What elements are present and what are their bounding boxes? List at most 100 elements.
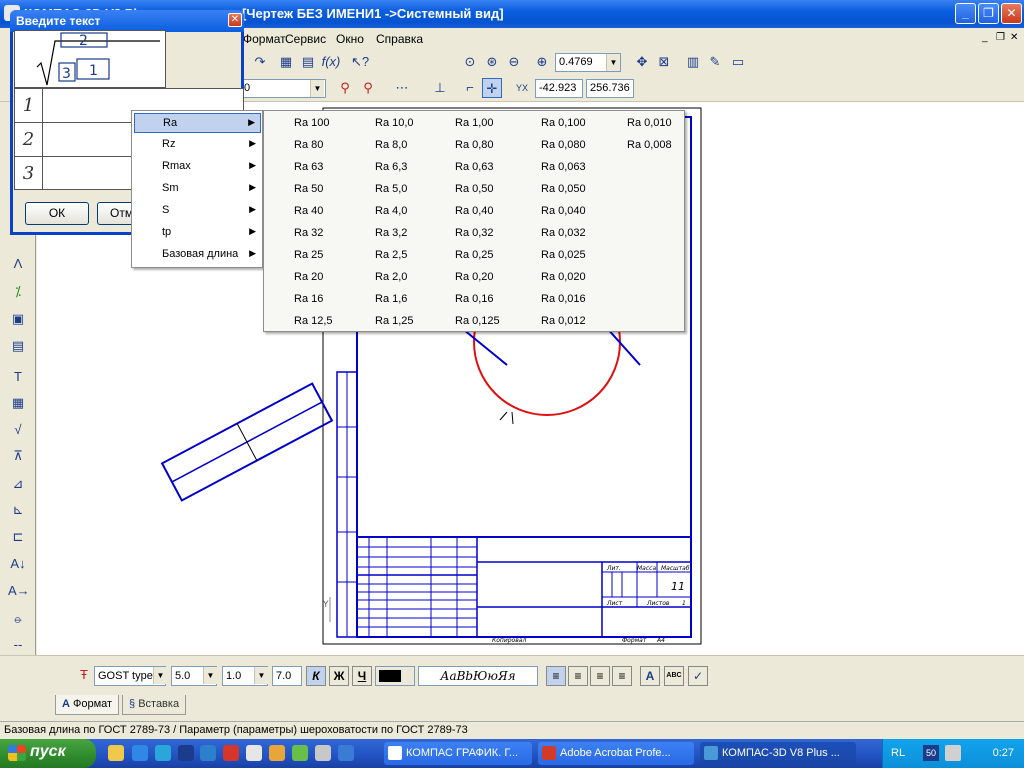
ra-value-item[interactable]: Ra 0,32 bbox=[455, 227, 494, 239]
ra-value-item[interactable]: Ra 100 bbox=[294, 117, 329, 129]
ra-value-item[interactable]: Ra 0,100 bbox=[541, 117, 586, 129]
color-select[interactable] bbox=[375, 666, 415, 686]
align-right-button[interactable]: ≡ bbox=[590, 666, 610, 686]
datum-icon[interactable]: ⊼ bbox=[8, 446, 28, 466]
ra-value-item[interactable]: Ra 3,2 bbox=[375, 227, 407, 239]
position-icon[interactable]: ⊾ bbox=[8, 500, 28, 520]
ra-value-item[interactable]: Ra 0,020 bbox=[541, 271, 586, 283]
roughness-icon[interactable]: √ bbox=[8, 420, 28, 440]
menu-item-tp[interactable]: tp ▶ bbox=[134, 223, 261, 243]
snap-icon[interactable]: ⚲ bbox=[358, 78, 378, 98]
ra-value-item[interactable]: Ra 16 bbox=[294, 293, 323, 305]
bold-button[interactable]: Ж bbox=[329, 666, 349, 686]
redo-icon[interactable]: ↷ bbox=[250, 52, 270, 72]
help-pointer-icon[interactable]: ↖? bbox=[350, 52, 370, 72]
leader-icon[interactable]: ⊿ bbox=[8, 474, 28, 494]
tab-insert[interactable]: § Вставка bbox=[122, 695, 187, 715]
arrow-icon[interactable]: A↓ bbox=[8, 554, 28, 574]
ra-value-item[interactable]: Ra 25 bbox=[294, 249, 323, 261]
menu-item-s[interactable]: S ▶ bbox=[134, 201, 261, 221]
display-icon[interactable]: ▭ bbox=[728, 52, 748, 72]
menu-item-base-length[interactable]: Базовая длина ▶ bbox=[134, 245, 261, 265]
ra-value-item[interactable]: Ra 0,63 bbox=[455, 161, 494, 173]
font-icon[interactable]: A bbox=[640, 666, 660, 686]
app5-quicklaunch-icon[interactable] bbox=[292, 745, 308, 761]
ortho-icon[interactable]: ⊥ bbox=[430, 78, 450, 98]
ra-value-item[interactable]: Ra 20 bbox=[294, 271, 323, 283]
wand-icon[interactable]: ✎ bbox=[705, 52, 725, 72]
menu-service[interactable]: Сервис bbox=[285, 32, 326, 46]
ra-value-item[interactable]: Ra 6,3 bbox=[375, 161, 407, 173]
dimensions-icon[interactable]: ⁒ bbox=[8, 282, 28, 302]
tray-app-icon[interactable] bbox=[945, 745, 961, 761]
ra-value-item[interactable]: Ra 8,0 bbox=[375, 139, 407, 151]
ra-value-item[interactable]: Ra 0,008 bbox=[627, 139, 672, 151]
align-left-button[interactable]: ≡ bbox=[546, 666, 566, 686]
ok-button[interactable]: ОК bbox=[25, 202, 89, 225]
style-dropdown-icon[interactable]: ▼ bbox=[310, 80, 324, 97]
language-indicator[interactable]: RL bbox=[891, 747, 905, 759]
app4-quicklaunch-icon[interactable] bbox=[269, 745, 285, 761]
edit-icon[interactable]: ▤ bbox=[8, 336, 28, 356]
ra-value-item[interactable]: Ra 0,40 bbox=[455, 205, 494, 217]
ra-value-item[interactable]: Ra 0,016 bbox=[541, 293, 586, 305]
ra-value-item[interactable]: Ra 0,25 bbox=[455, 249, 494, 261]
ra-value-item[interactable]: Ra 80 bbox=[294, 139, 323, 151]
word-quicklaunch-icon[interactable] bbox=[178, 745, 194, 761]
task-kompas-3d[interactable]: КОМПАС-3D V8 Plus ... bbox=[700, 742, 856, 765]
tray-number-icon[interactable]: 50 bbox=[923, 745, 939, 761]
text-tool-icon[interactable]: T bbox=[8, 367, 28, 387]
magnet-icon[interactable]: ⚲ bbox=[335, 78, 355, 98]
underline-button[interactable]: Ч bbox=[352, 666, 372, 686]
table-tool-icon[interactable]: ▦ bbox=[8, 393, 28, 413]
cut-line-icon[interactable]: ⊏ bbox=[8, 527, 28, 547]
ra-value-item[interactable]: Ra 0,080 bbox=[541, 139, 586, 151]
ie-quicklaunch-icon[interactable] bbox=[132, 745, 148, 761]
ra-value-item[interactable]: Ra 63 bbox=[294, 161, 323, 173]
ra-value-item[interactable]: Ra 0,063 bbox=[541, 161, 586, 173]
function-icon[interactable]: f(x) bbox=[321, 52, 341, 72]
explorer-quicklaunch-icon[interactable] bbox=[108, 745, 124, 761]
task-kompas-graphic[interactable]: КОМПАС ГРАФИК. Г... bbox=[384, 742, 532, 765]
text-style-icon[interactable]: Ŧ bbox=[74, 665, 94, 685]
coord-x-field[interactable]: -42.923 bbox=[535, 79, 583, 98]
zoom-in-icon[interactable]: ⊕ bbox=[532, 52, 552, 72]
zoom-icon[interactable]: ⊙ bbox=[460, 52, 480, 72]
media-quicklaunch-icon[interactable] bbox=[155, 745, 171, 761]
ra-value-item[interactable]: Ra 5,0 bbox=[375, 183, 407, 195]
zoom-window-icon[interactable]: ⊛ bbox=[482, 52, 502, 72]
task-acrobat[interactable]: Adobe Acrobat Profe... bbox=[538, 742, 694, 765]
manager-icon[interactable]: ▦ bbox=[276, 52, 296, 72]
ra-value-item[interactable]: Ra 0,032 bbox=[541, 227, 586, 239]
ra-value-item[interactable]: Ra 4,0 bbox=[375, 205, 407, 217]
close-button[interactable]: ✕ bbox=[1001, 3, 1022, 24]
ra-value-item[interactable]: Ra 0,16 bbox=[455, 293, 494, 305]
ra-value-item[interactable]: Ra 0,80 bbox=[455, 139, 494, 151]
app3-quicklaunch-icon[interactable] bbox=[246, 745, 262, 761]
app7-quicklaunch-icon[interactable] bbox=[338, 745, 354, 761]
mdi-restore-icon[interactable]: ❐ bbox=[996, 32, 1005, 43]
zoom-dropdown-icon[interactable]: ▼ bbox=[606, 54, 620, 71]
ra-value-item[interactable]: Ra 2,5 bbox=[375, 249, 407, 261]
app2-quicklaunch-icon[interactable] bbox=[223, 745, 239, 761]
justify-button[interactable]: ≡ bbox=[612, 666, 632, 686]
ra-value-item[interactable]: Ra 0,012 bbox=[541, 315, 586, 327]
minimize-button[interactable]: _ bbox=[955, 3, 976, 24]
menu-item-rmax[interactable]: Rmax ▶ bbox=[134, 157, 261, 177]
ra-value-item[interactable]: Ra 0,040 bbox=[541, 205, 586, 217]
maximize-button[interactable]: ❐ bbox=[978, 3, 999, 24]
menu-help[interactable]: Справка bbox=[376, 32, 423, 46]
ra-value-item[interactable]: Ra 12,5 bbox=[294, 315, 333, 327]
axis-icon[interactable]: ⦵ bbox=[8, 609, 28, 629]
spellcheck-ok-icon[interactable]: ✓ bbox=[688, 666, 708, 686]
symbols-icon[interactable]: ▣ bbox=[8, 309, 28, 329]
ra-value-item[interactable]: Ra 1,25 bbox=[375, 315, 414, 327]
app6-quicklaunch-icon[interactable] bbox=[315, 745, 331, 761]
grid-icon[interactable]: ⋯ bbox=[392, 78, 412, 98]
tab-format[interactable]: A Формат bbox=[55, 695, 120, 715]
pan-icon[interactable]: ✥ bbox=[632, 52, 652, 72]
app1-quicklaunch-icon[interactable] bbox=[200, 745, 216, 761]
step-input[interactable]: 7.0 bbox=[272, 666, 302, 686]
size-dropdown-icon[interactable]: ▼ bbox=[203, 667, 217, 684]
ra-value-item[interactable]: Ra 50 bbox=[294, 183, 323, 195]
